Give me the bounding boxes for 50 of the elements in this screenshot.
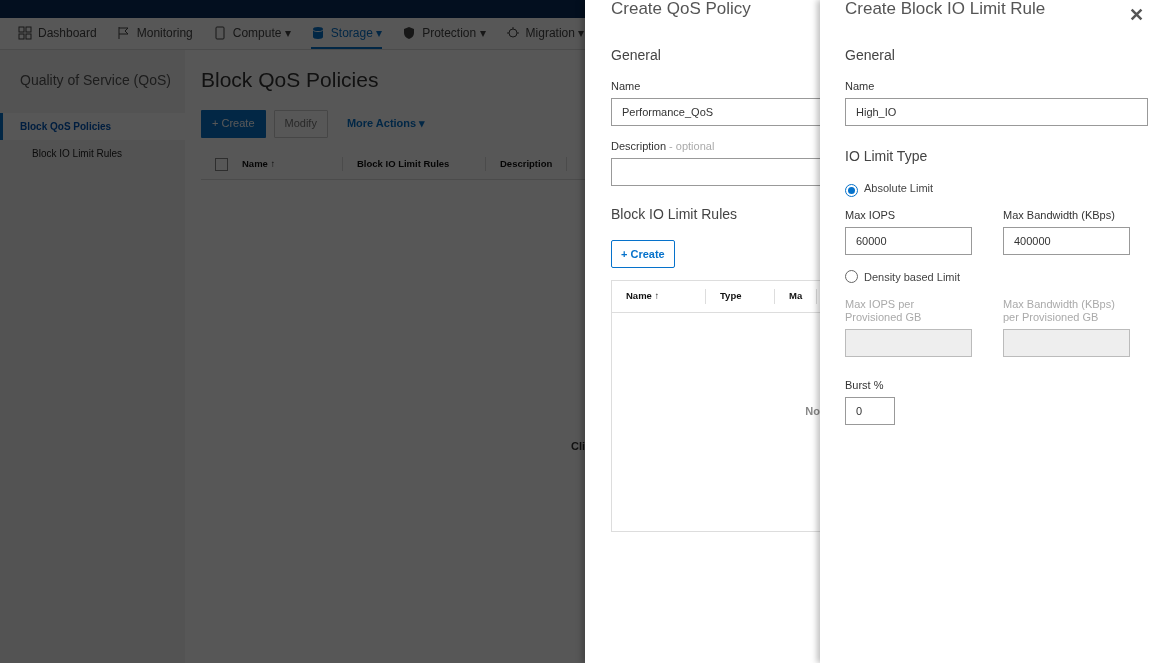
field-label: Max IOPS [845,209,897,222]
nav-tab[interactable]: Compute ▾ [212,18,291,49]
select-all-checkbox[interactable] [215,157,228,171]
empty-message: No [805,404,820,419]
field-label: Name [611,80,642,93]
field-label: Max Bandwidth (KBps) per Provisioned GB [1003,297,1116,324]
column-header[interactable]: Block IO Limit Rules [343,156,486,172]
section-title: IO Limit Type [845,147,929,166]
description-field[interactable] [611,158,820,186]
name-field[interactable]: Performance_QoS [611,98,820,126]
section-title: General [611,46,662,65]
database-icon [310,25,325,40]
column-header[interactable]: Name ↑ [612,289,706,304]
radio-button[interactable] [845,184,858,197]
grid-icon [18,25,32,40]
radio-label[interactable]: Absolute Limit [864,182,934,194]
shield-icon [402,25,417,40]
field-label: Name [845,80,876,93]
more-actions-button[interactable]: More Actions ▾ [335,109,437,138]
radio-button[interactable] [845,270,858,283]
burst-field[interactable]: 0 [845,396,895,425]
section-title: General [845,46,896,65]
flag-icon [116,25,131,40]
migration-icon [505,25,520,40]
nav-tab[interactable]: Monitoring [116,18,193,49]
empty-message: Cli [570,439,585,454]
column-header[interactable]: Description [486,156,568,172]
field-label: Max IOPS per Provisioned GB [845,297,923,324]
panel-title: Create Block IO Limit Rule [845,0,1046,18]
panel-title: Create QoS Policy [611,0,751,18]
column-header[interactable]: Type [706,289,775,304]
create-button[interactable]: + Create [611,240,675,268]
nav-tab[interactable]: Dashboard [18,18,97,49]
field-label: Max Bandwidth (KBps) [1003,209,1116,222]
page-title: Block QoS Policies [201,67,379,93]
name-field[interactable]: High_IO [845,98,1148,126]
radio-label[interactable]: Density based Limit [864,271,960,283]
section-title: Block IO Limit Rules [611,205,739,224]
nav-tab[interactable]: Migration ▾ [505,18,585,49]
sidebar-item[interactable]: Block IO Limit Rules [0,140,185,167]
field-label: Description - optional [611,140,716,153]
field-label: Burst % [845,378,885,392]
nav-tab[interactable]: Protection ▾ [402,18,486,49]
number-field[interactable]: 60000 [845,227,972,255]
server-icon [212,25,227,40]
number-field[interactable]: 400000 [1003,227,1130,255]
sidebar-item[interactable]: Block QoS Policies [0,113,185,140]
column-header[interactable]: Name ↑ [228,156,343,172]
create-button[interactable]: + Create [201,109,266,138]
column-header[interactable]: Ma [775,289,818,304]
